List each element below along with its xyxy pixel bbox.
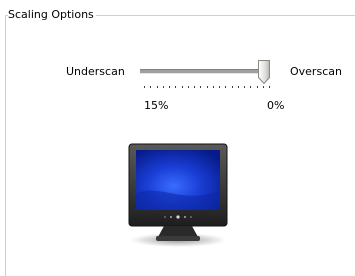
slider-tick <box>263 86 264 88</box>
slider-tick <box>144 86 145 88</box>
slider-tick <box>200 86 201 88</box>
slider-tick <box>194 86 195 88</box>
slider-tick <box>157 86 158 88</box>
slider-tick <box>219 86 220 88</box>
slider-tick <box>257 86 258 88</box>
underscan-label: Underscan <box>66 65 125 78</box>
slider-tick <box>232 86 233 88</box>
slider-tick <box>250 86 251 88</box>
slider-tick <box>163 86 164 88</box>
slider-tick <box>182 86 183 88</box>
slider-track[interactable] <box>140 69 267 74</box>
max-value-label: 0% <box>267 99 285 112</box>
slider-tick <box>169 86 170 88</box>
slider-tick <box>150 86 151 88</box>
slider-tick <box>225 86 226 88</box>
monitor-icon <box>128 143 228 247</box>
slider-tick <box>213 86 214 88</box>
slider-tick <box>207 86 208 88</box>
slider-thumb[interactable] <box>258 60 270 84</box>
slider-tick <box>244 86 245 88</box>
slider-tick <box>175 86 176 88</box>
slider-tick <box>269 86 270 88</box>
min-value-label: 15% <box>144 99 169 112</box>
slider-ticks <box>144 86 270 90</box>
overscan-label: Overscan <box>290 65 342 78</box>
group-title: Scaling Options <box>8 8 96 21</box>
slider-tick <box>188 86 189 88</box>
slider-tick <box>238 86 239 88</box>
